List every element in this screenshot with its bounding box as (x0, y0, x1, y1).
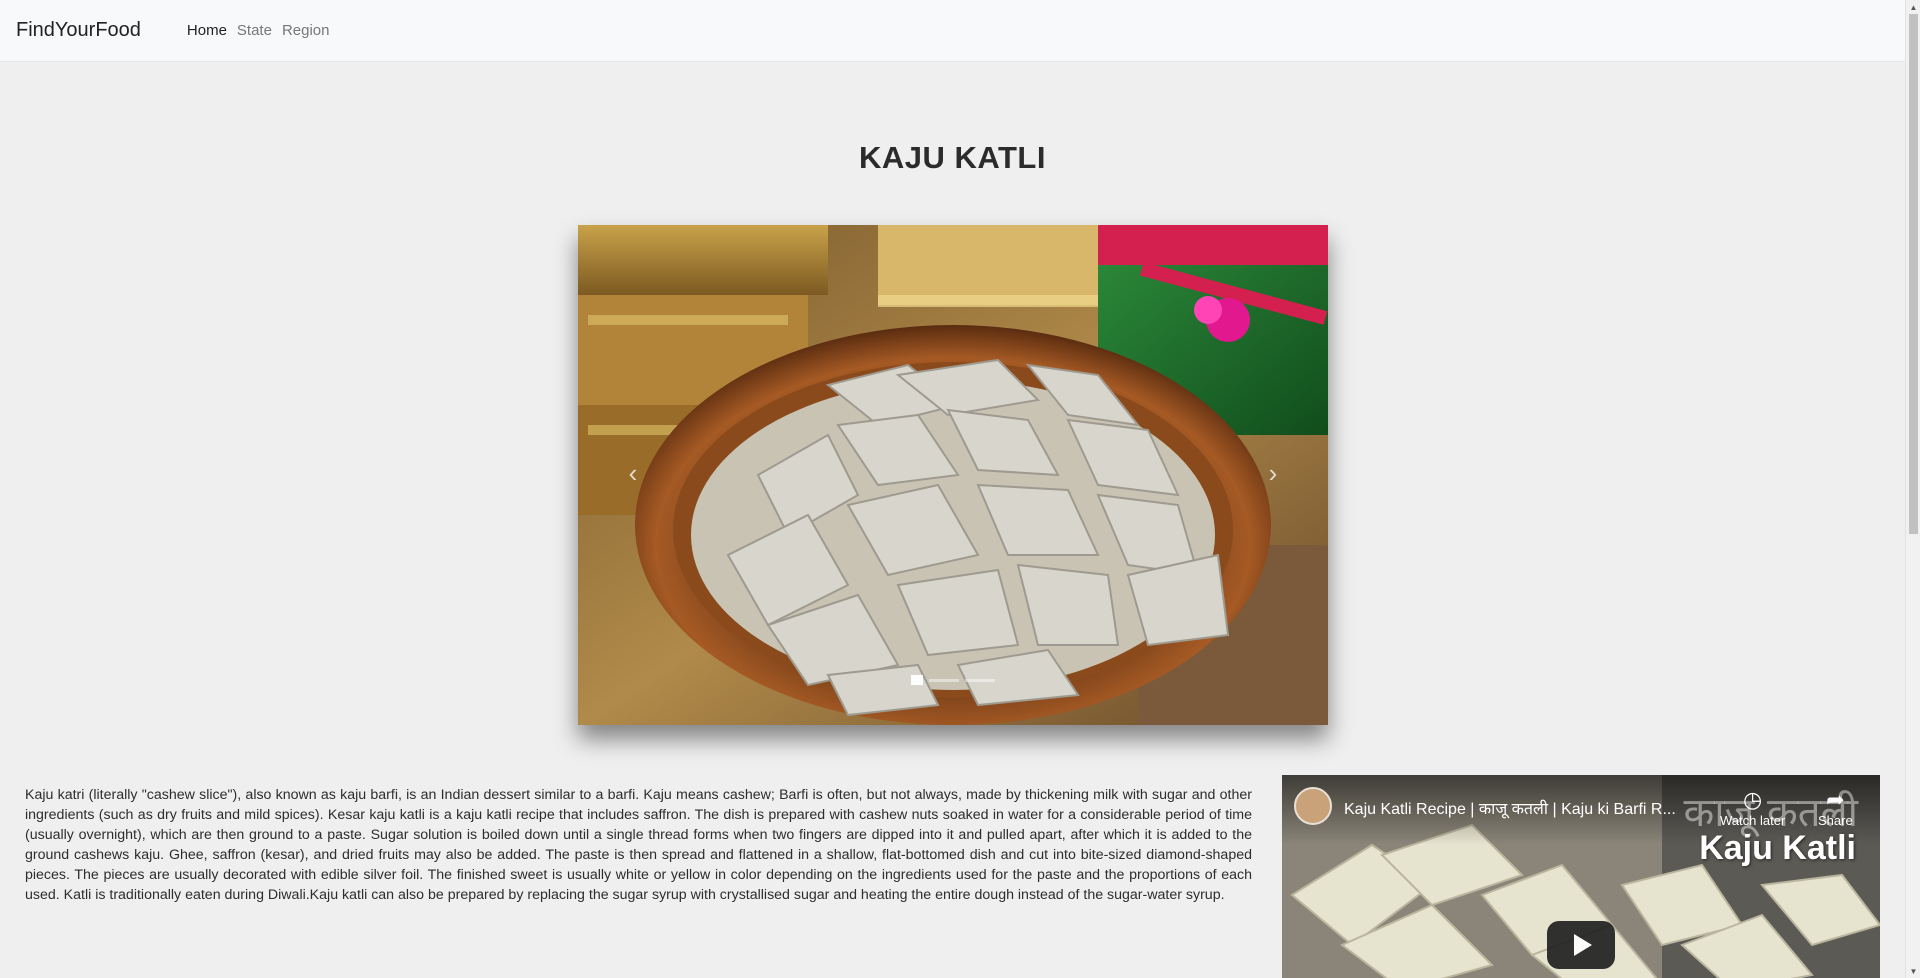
navbar: FindYourFood Home State Region (0, 0, 1905, 62)
channel-avatar[interactable] (1294, 787, 1332, 825)
page-title: KAJU KATLI (859, 140, 1046, 175)
nav-link-state[interactable]: State (237, 22, 272, 39)
chevron-left-icon: ‹ (628, 457, 638, 488)
carousel-indicator-3[interactable] (965, 679, 995, 682)
carousel-image (578, 225, 1328, 725)
brand-link[interactable]: FindYourFood (16, 19, 141, 42)
scrollbar-thumb[interactable] (1909, 14, 1918, 534)
scroll-down-arrow-icon[interactable]: ▼ (1906, 964, 1920, 978)
video-embed[interactable]: Kaju Katli Recipe | काजू कतली | Kaju ki … (1282, 775, 1880, 978)
carousel-next-button[interactable]: › (1258, 453, 1288, 493)
nav-link-region[interactable]: Region (282, 22, 330, 39)
play-icon (1574, 934, 1592, 956)
watch-later-button[interactable]: ◷ Watch later (1720, 787, 1785, 828)
watch-later-label: Watch later (1720, 813, 1786, 828)
carousel-indicators (578, 675, 1328, 685)
share-button[interactable]: ➦ Share (1818, 787, 1853, 828)
food-description: Kaju katri (literally "cashew slice"), a… (25, 787, 1252, 903)
clock-icon: ◷ (1743, 787, 1763, 812)
carousel-prev-button[interactable]: ‹ (618, 453, 648, 493)
nav-links: Home State Region (187, 22, 340, 39)
nav-link-home[interactable]: Home (187, 22, 227, 39)
chevron-right-icon: › (1268, 457, 1278, 488)
share-icon: ➦ (1826, 787, 1845, 812)
carousel-indicator-2[interactable] (929, 679, 959, 682)
image-carousel: ‹ › (578, 225, 1328, 725)
video-overlay-name: Kaju Katli (1699, 829, 1856, 867)
play-button[interactable] (1547, 921, 1615, 969)
scroll-up-arrow-icon[interactable]: ▲ (1906, 0, 1920, 14)
video-title[interactable]: Kaju Katli Recipe | काजू कतली | Kaju ki … (1344, 797, 1704, 819)
share-label: Share (1818, 813, 1853, 828)
page-scrollbar[interactable]: ▲ ▼ (1905, 0, 1920, 978)
carousel-indicator-1[interactable] (911, 675, 923, 685)
